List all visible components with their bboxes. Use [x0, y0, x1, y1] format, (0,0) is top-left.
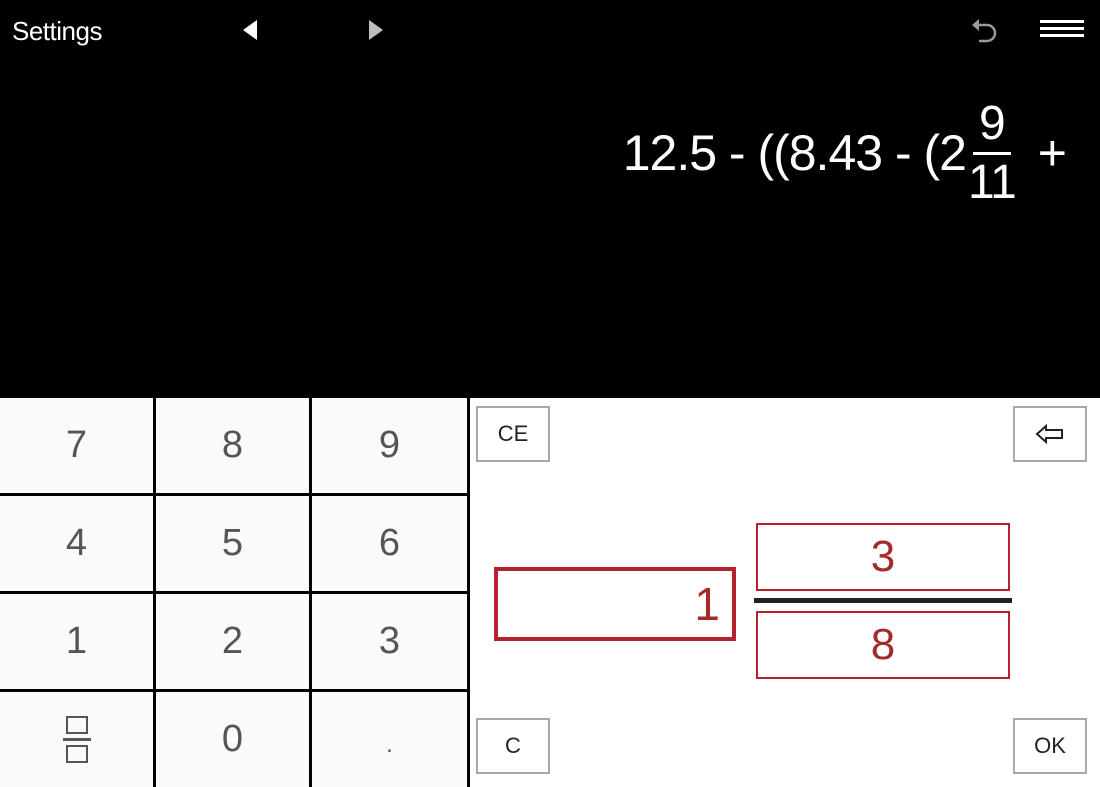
key-1[interactable]: 1 [0, 594, 153, 689]
next-arrow-icon[interactable] [369, 20, 383, 40]
fraction-bar [754, 598, 1012, 603]
expression-suffix: + [1037, 125, 1067, 181]
settings-button[interactable]: Settings [12, 16, 102, 47]
fraction-key[interactable] [0, 692, 153, 787]
expression-fraction-numerator: 9 [973, 99, 1011, 155]
key-6[interactable]: 6 [312, 496, 467, 591]
expression-prefix: 12.5 - ((8.43 - (2 [622, 125, 967, 181]
key-9[interactable]: 9 [312, 398, 467, 493]
fraction-icon [62, 716, 91, 763]
numerator-field[interactable]: 3 [756, 523, 1010, 591]
key-4[interactable]: 4 [0, 496, 153, 591]
ok-button[interactable]: OK [1013, 718, 1087, 774]
expression-fraction: 9 11 [967, 99, 1017, 209]
key-0[interactable]: 0 [156, 692, 309, 787]
menu-icon[interactable] [1040, 20, 1084, 40]
clear-entry-button[interactable]: CE [476, 406, 550, 462]
key-8[interactable]: 8 [156, 398, 309, 493]
whole-number-field[interactable]: 1 [494, 567, 736, 641]
key-decimal[interactable]: . [312, 692, 467, 787]
expression-display: 12.5 - ((8.43 - (2 9 11 + [622, 88, 1067, 218]
number-keypad: 7 8 9 4 5 6 1 2 3 0 . [0, 398, 467, 787]
expression-fraction-denominator: 11 [967, 155, 1017, 209]
key-5[interactable]: 5 [156, 496, 309, 591]
backspace-button[interactable] [1013, 406, 1087, 462]
key-2[interactable]: 2 [156, 594, 309, 689]
fraction-editor: CE 1 3 8 C OK [470, 398, 1100, 787]
undo-icon[interactable] [968, 16, 1000, 48]
backspace-arrow-icon [1035, 424, 1063, 444]
denominator-field[interactable]: 8 [756, 611, 1010, 679]
key-7[interactable]: 7 [0, 398, 153, 493]
previous-arrow-icon[interactable] [243, 20, 257, 40]
clear-button[interactable]: C [476, 718, 550, 774]
key-3[interactable]: 3 [312, 594, 467, 689]
top-bar: Settings [0, 0, 1100, 64]
